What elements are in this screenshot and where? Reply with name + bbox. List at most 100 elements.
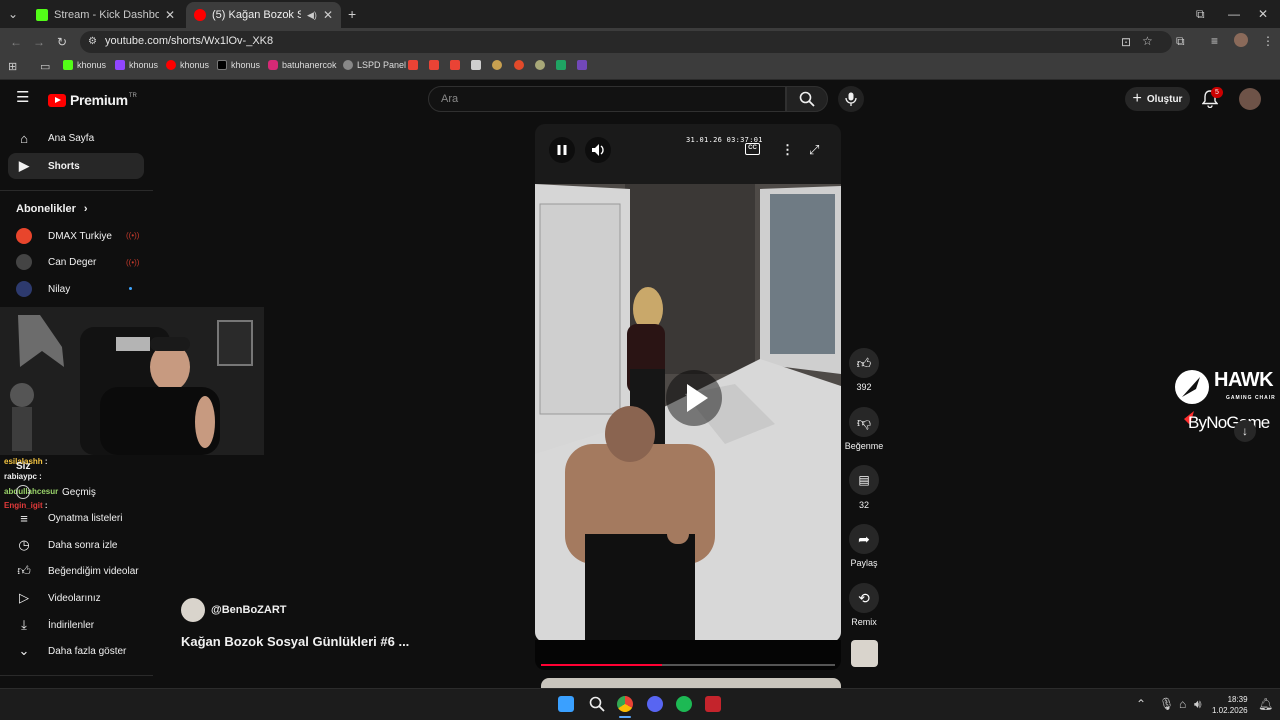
active-app-indicator [619, 716, 631, 718]
bookmark-forms[interactable] [577, 60, 591, 70]
sidebar-item-home[interactable]: ⌂ Ana Sayfa [8, 125, 144, 151]
gmail-icon [450, 60, 460, 70]
bookmark-site-2[interactable] [514, 60, 528, 70]
account-avatar[interactable] [1239, 88, 1261, 110]
browser-menu-icon[interactable]: ⋮ [1262, 35, 1274, 47]
notifications-button[interactable]: 5 [1201, 87, 1223, 113]
like-button[interactable]: 👍︎ [849, 348, 879, 378]
volume-icon [592, 144, 604, 156]
profile-avatar[interactable] [1234, 33, 1248, 47]
sidebar-item-shorts[interactable]: ▶ Shorts [8, 153, 144, 179]
next-short-preview[interactable] [541, 678, 841, 688]
sidebar-item-liked-videos[interactable]: 👍︎ Beğendiğim videolar [8, 558, 144, 584]
tab-youtube-short[interactable]: (5) Kağan Bozok Sosyal Gün ◀) ✕ [186, 2, 341, 28]
install-app-icon[interactable]: ⊡ [1121, 36, 1131, 48]
bookmark-lspd[interactable]: LSPD Panel [343, 60, 406, 70]
taskbar-search[interactable] [589, 696, 605, 717]
close-window-icon[interactable]: ✕ [1258, 8, 1268, 20]
back-icon[interactable]: ← [10, 36, 22, 48]
bookmark-sheets[interactable] [556, 60, 570, 70]
bookmark-site-3[interactable] [535, 60, 549, 70]
remix-button[interactable]: ⟲ [849, 583, 879, 613]
bookmark-star-icon[interactable]: ☆ [1142, 35, 1153, 47]
system-clock[interactable]: 18:39 1.02.2026 [1212, 694, 1248, 716]
sidebar-item-show-more[interactable]: ⌄ Daha fazla göster [8, 638, 144, 664]
bookmark-site-1[interactable] [492, 60, 506, 70]
new-tab-icon[interactable]: + [348, 7, 356, 21]
apps-grid-icon[interactable]: ⊞ [8, 61, 17, 73]
share-button[interactable]: ➦ [849, 524, 879, 554]
discord-icon[interactable] [647, 696, 663, 712]
notification-center-icon[interactable]: 🔔︎ [1258, 698, 1273, 710]
close-tab-icon[interactable]: ✕ [165, 8, 175, 22]
dislike-button[interactable]: 👎︎ [849, 407, 879, 437]
bookmark-gmail-1[interactable] [408, 60, 422, 70]
captions-icon[interactable]: CC [745, 143, 760, 155]
chrome-icon[interactable] [617, 696, 633, 712]
tray-mic-icon[interactable]: 🎙︎ [1159, 698, 1174, 710]
share-icon: ➦ [858, 530, 870, 547]
bookmark-x[interactable]: khonus [217, 60, 260, 70]
bookmark-twitch[interactable]: khonus [115, 60, 158, 70]
sidebar-sub-nilay[interactable]: Nilay [16, 281, 70, 297]
more-options-icon[interactable]: ⋮ [781, 142, 794, 158]
sidebar-item-downloads[interactable]: ⤓ İndirilenler [8, 612, 144, 638]
next-short-button[interactable]: ↓ [1234, 420, 1256, 442]
forward-icon[interactable]: → [33, 36, 45, 48]
short-title[interactable]: Kağan Bozok Sosyal Günlükleri #6 ... [181, 634, 409, 649]
search-button[interactable] [786, 86, 828, 112]
tab-kick-dashboard[interactable]: Stream - Kick Dashboard ✕ [28, 2, 183, 28]
youtube-premium-logo[interactable]: Premium TR [48, 92, 137, 108]
site-info-icon[interactable]: ⚙ [88, 36, 97, 48]
bookmark-doc[interactable] [471, 60, 485, 70]
bookmark-gmail-2[interactable] [429, 60, 443, 70]
spotify-icon[interactable] [676, 696, 692, 712]
folder-icon[interactable]: ▭ [40, 61, 50, 73]
thumbs-up-icon: 👍︎ [856, 354, 872, 371]
pause-button[interactable] [549, 137, 575, 163]
channel-link[interactable]: @BenBoZART [181, 598, 287, 622]
microphone-icon [845, 92, 857, 106]
like-count: 392 [856, 382, 872, 392]
document-icon [471, 60, 481, 70]
plus-icon: + [1132, 90, 1142, 107]
site-icon [535, 60, 545, 70]
sound-thumbnail[interactable] [851, 640, 878, 667]
tab-search-icon[interactable]: ⌄ [8, 8, 18, 20]
url-text[interactable]: youtube.com/shorts/Wx1lOv-_XK8 [105, 35, 273, 47]
minimize-icon[interactable]: — [1228, 8, 1240, 20]
subscriptions-header[interactable]: Abonelikler › [16, 203, 88, 215]
sidebar-sub-can-deger[interactable]: Can Deger [16, 254, 96, 270]
sidebar-item-playlists[interactable]: ≡ Oynatma listeleri [8, 505, 144, 531]
comments-button[interactable]: ▤ [849, 465, 879, 495]
fullscreen-icon[interactable]: ⤢ [809, 142, 819, 158]
sidebar-sub-dmax[interactable]: DMAX Turkiye [16, 228, 112, 244]
sidebar-item-history[interactable]: Geçmiş [16, 485, 96, 499]
bookmark-gmail-3[interactable] [450, 60, 464, 70]
tray-chevron-icon[interactable]: ⌃ [1136, 698, 1146, 710]
bookmark-instagram[interactable]: batuhanercok [268, 60, 337, 70]
network-icon[interactable]: ⌂ [1179, 698, 1186, 710]
hamburger-menu-icon[interactable]: ☰ [16, 90, 29, 105]
search-input[interactable]: Ara [428, 86, 786, 112]
speaker-icon[interactable]: 🔊︎ [1194, 698, 1202, 710]
windows-start-icon[interactable] [558, 696, 574, 712]
play-button[interactable] [666, 370, 722, 426]
stream-app-icon[interactable] [705, 696, 721, 712]
bookmark-kick[interactable]: khonus [63, 60, 106, 70]
video-progress-bar[interactable] [541, 664, 835, 666]
close-tab-icon[interactable]: ✕ [323, 8, 333, 22]
forms-icon [577, 60, 587, 70]
sidebar-item-your-videos[interactable]: ▷ Videolarınız [8, 585, 144, 611]
you-section-header[interactable]: Siz [16, 461, 30, 472]
reload-icon[interactable]: ↻ [57, 36, 67, 48]
volume-button[interactable] [585, 137, 611, 163]
voice-search-button[interactable] [838, 86, 864, 112]
youtube-favicon-icon [194, 9, 206, 21]
bookmark-youtube[interactable]: khonus [166, 60, 209, 70]
sidebar-item-watch-later[interactable]: ◷ Daha sonra izle [8, 532, 144, 558]
extensions-menu-icon[interactable]: ⧉ [1196, 8, 1205, 20]
media-controls-icon[interactable]: ≡ [1211, 35, 1218, 47]
create-button[interactable]: + Oluştur [1125, 87, 1190, 111]
extensions-icon[interactable]: ⧉ [1176, 35, 1185, 47]
